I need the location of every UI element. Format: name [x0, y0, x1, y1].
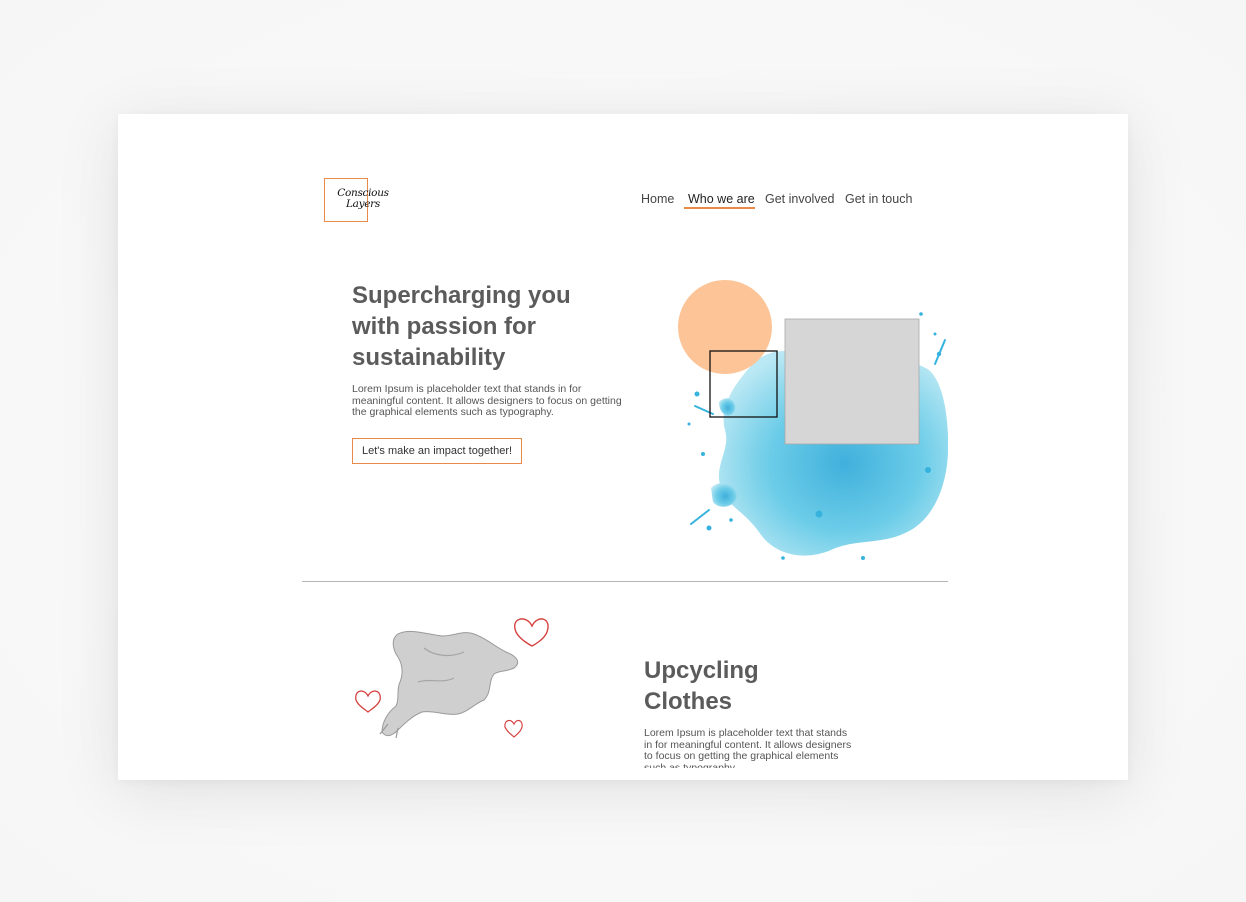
- heart-icon: [514, 618, 549, 647]
- torn-shirt-shape: [381, 630, 519, 737]
- peach-circle: [678, 280, 772, 374]
- website-frame: Conscious Layers Home Who we are Get inv…: [118, 114, 1128, 780]
- hero-illustration: [678, 280, 948, 560]
- mockup-background: Conscious Layers Home Who we are Get inv…: [0, 0, 1246, 902]
- heart-icon: [504, 719, 523, 738]
- section-description: Lorem Ipsum is placeholder text that sta…: [644, 728, 852, 768]
- image-placeholder: [784, 318, 920, 445]
- section-divider: [302, 581, 948, 582]
- main-nav: Home Who we are Get involved Get in touc…: [118, 192, 1128, 212]
- section-title: Upcycling Clothes: [644, 657, 759, 715]
- heart-icon: [355, 690, 381, 713]
- nav-item-get-involved[interactable]: Get involved: [765, 192, 834, 206]
- hero-title: Supercharging you with passion for susta…: [352, 282, 571, 371]
- cta-button[interactable]: Let's make an impact together!: [352, 438, 523, 464]
- nav-item-get-in-touch[interactable]: Get in touch: [845, 192, 912, 206]
- upcycled-shirt-illustration: [355, 618, 549, 739]
- nav-active-underline: [684, 207, 755, 209]
- nav-item-home[interactable]: Home: [641, 192, 674, 206]
- hero-description: Lorem Ipsum is placeholder text that sta…: [352, 383, 622, 418]
- nav-item-who-we-are[interactable]: Who we are: [688, 192, 755, 206]
